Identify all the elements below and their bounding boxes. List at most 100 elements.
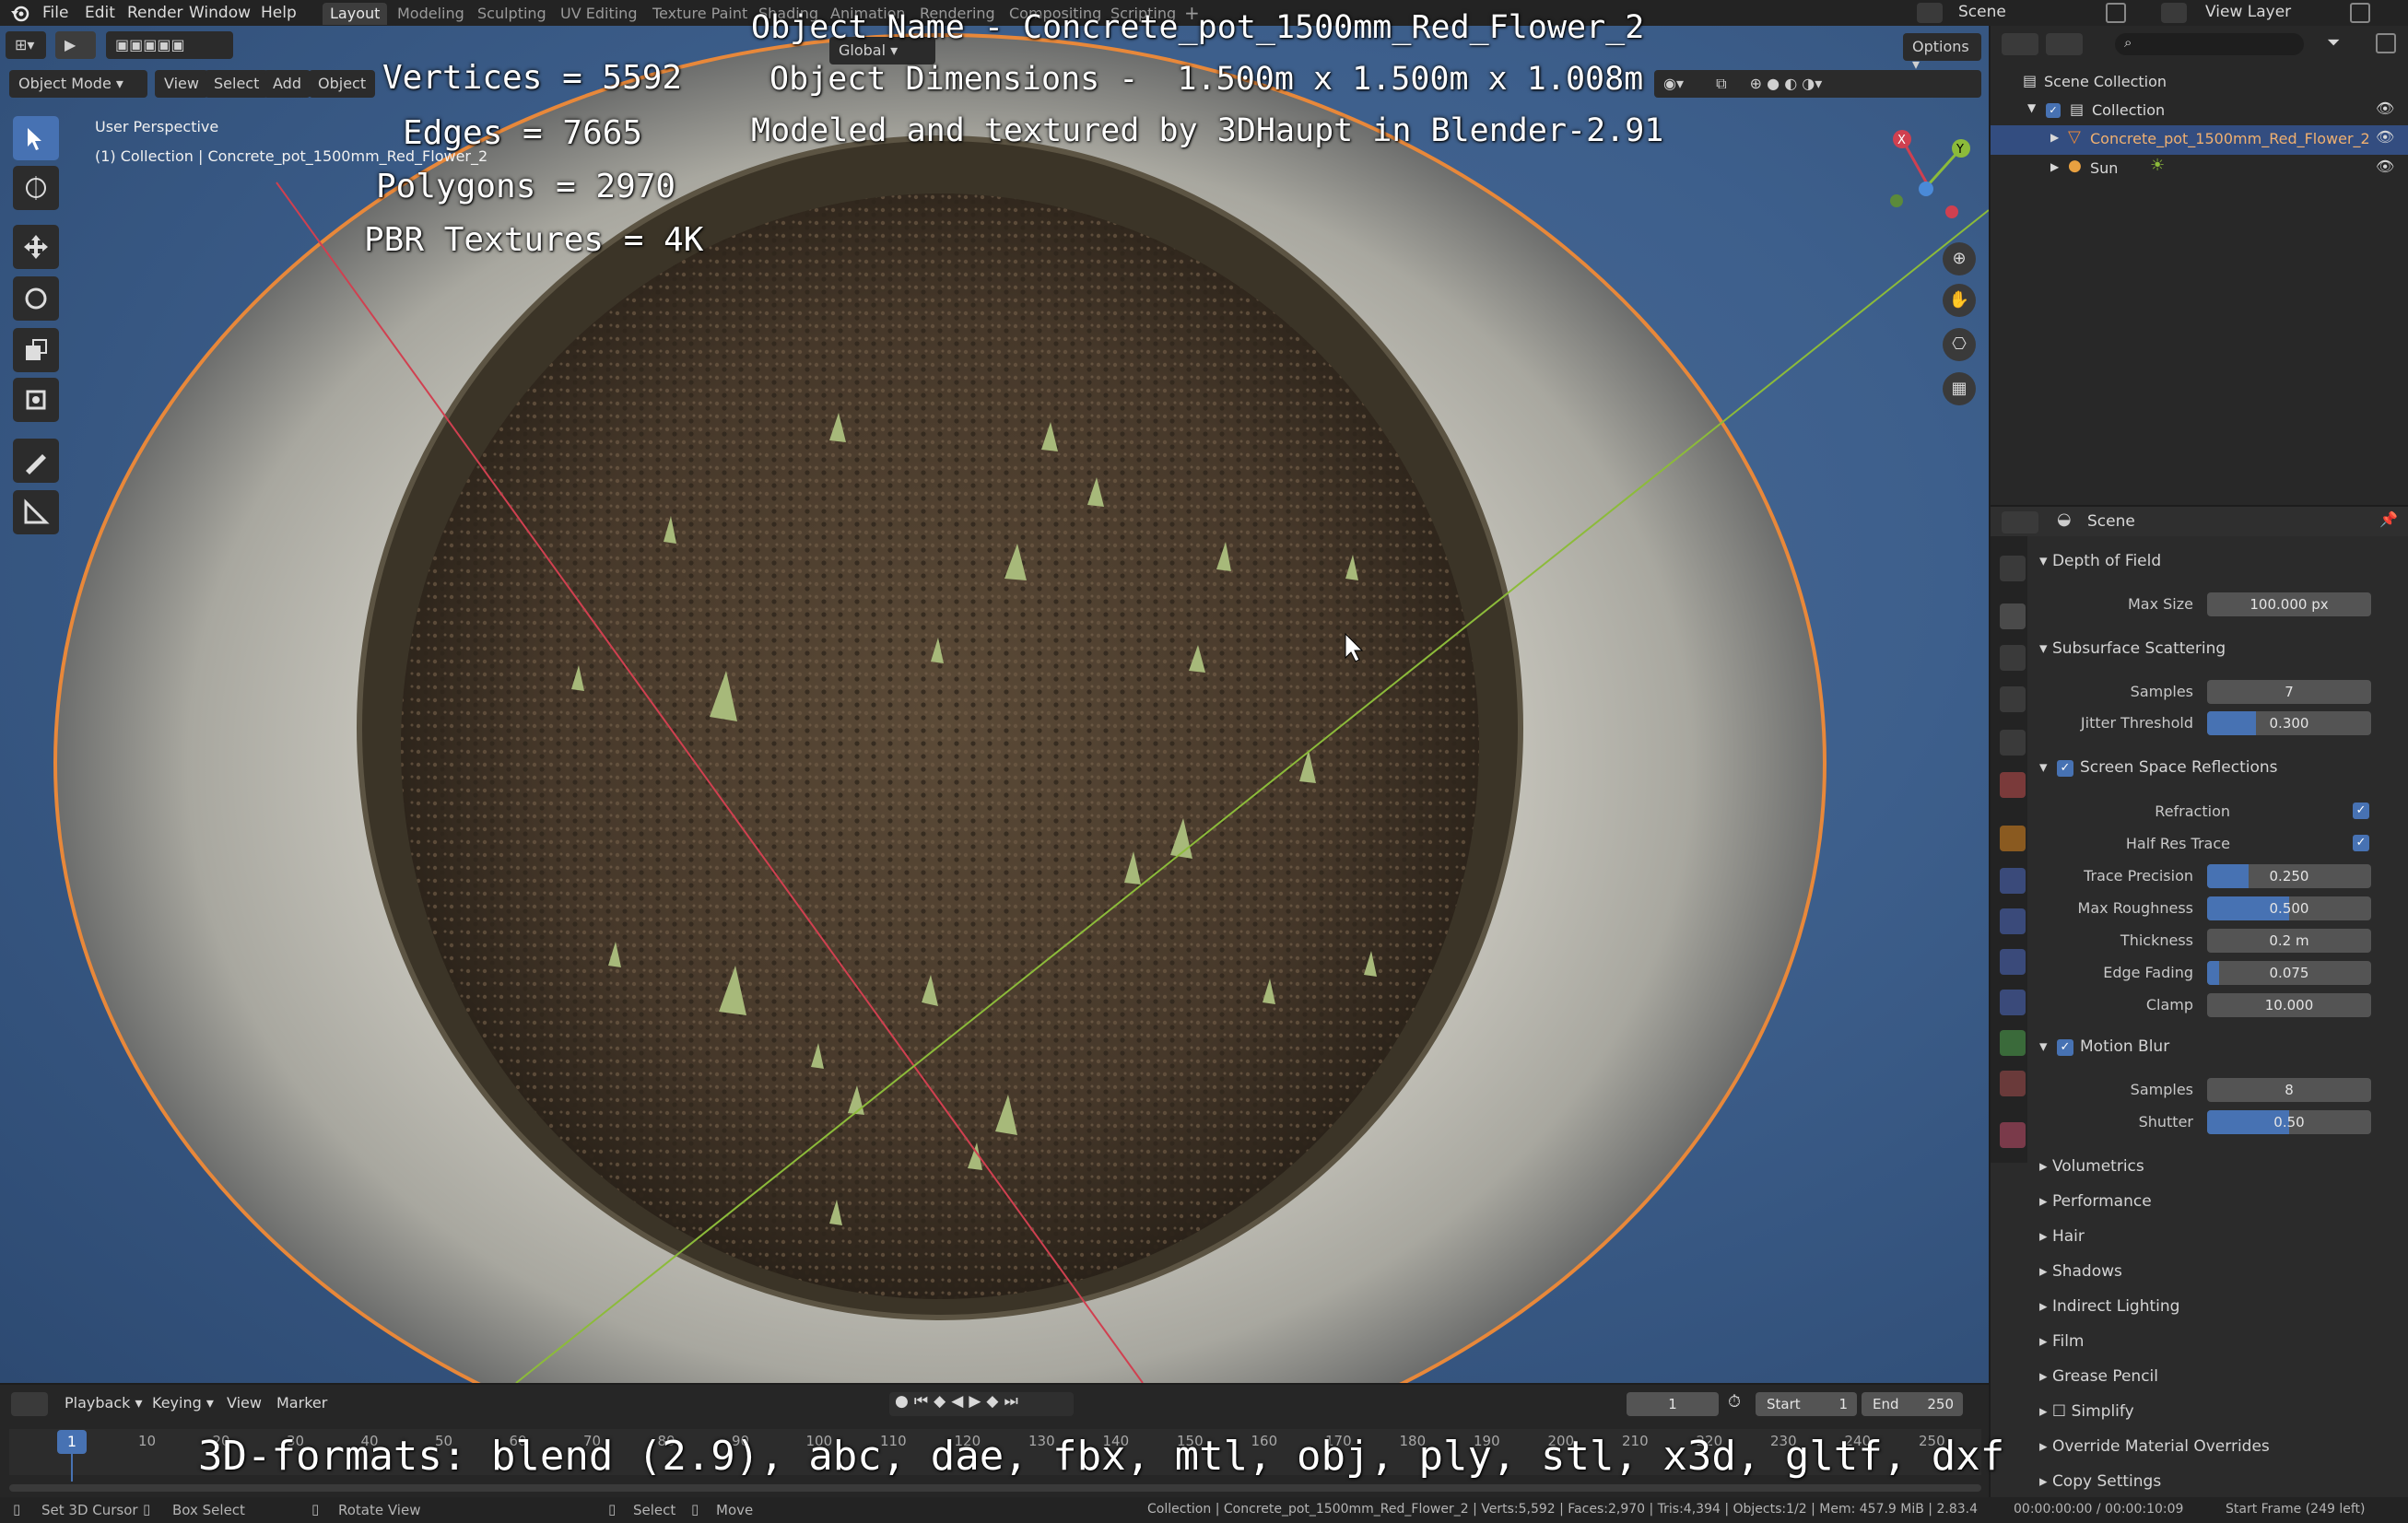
world-tab-icon[interactable] (2000, 772, 2026, 798)
collection-visibility-eye-icon[interactable]: 👁 (2376, 100, 2394, 117)
material-shading-icon[interactable]: ◐ (1784, 75, 1797, 92)
camera-view-icon[interactable]: ⎔ (1943, 328, 1976, 361)
selection-mode-buttons[interactable]: ▣▣▣▣▣ (106, 31, 233, 59)
trace-precision-slider[interactable]: 0.250 (2207, 864, 2371, 888)
pin-icon[interactable]: 📌 (2379, 510, 2398, 528)
transform-tool[interactable] (13, 378, 59, 422)
max-roughness-slider[interactable]: 0.500 (2207, 896, 2371, 920)
copy-settings-panel-header[interactable]: ▸ Copy Settings (2039, 1472, 2161, 1491)
outliner-item-pot[interactable]: Concrete_pot_1500mm_Red_Flower_2 (2090, 130, 2370, 147)
record-icon[interactable]: ● (895, 1392, 914, 1411)
annotate-tool[interactable] (13, 439, 59, 483)
outliner-editor-type-icon[interactable] (2002, 33, 2038, 55)
move-tool[interactable] (13, 225, 59, 269)
sun-visibility-eye-icon[interactable]: 👁 (2376, 158, 2394, 175)
subsurface-panel-header[interactable]: ▾ Subsurface Scattering (2039, 639, 2226, 658)
new-collection-icon[interactable] (2376, 33, 2396, 53)
volumetrics-panel-header[interactable]: ▸ Volumetrics (2039, 1157, 2144, 1176)
view-layer-icon[interactable] (2161, 3, 2187, 23)
scene-name[interactable]: Scene (1958, 3, 2006, 21)
particles-tab-icon[interactable] (2000, 908, 2026, 934)
data-tab-icon[interactable] (2000, 1030, 2026, 1056)
refraction-checkbox[interactable]: ✓ (2353, 803, 2369, 819)
pan-hand-icon[interactable]: ✋ (1943, 284, 1976, 317)
motion-blur-checkbox[interactable]: ✓ (2057, 1039, 2073, 1056)
ssr-enable-checkbox[interactable]: ✓ (2057, 760, 2073, 777)
expand-chevron-icon[interactable]: ▶ (2050, 131, 2059, 144)
pot-visibility-eye-icon[interactable]: 👁 (2376, 128, 2394, 146)
menu-playback[interactable]: Playback ▾ (65, 1394, 143, 1412)
tab-modeling[interactable]: Modeling (390, 3, 472, 25)
filter-icon[interactable]: ⏷ (2327, 33, 2340, 53)
output-tab-icon[interactable] (2000, 645, 2026, 671)
object-tab-icon[interactable] (2000, 826, 2026, 851)
simplify-panel-header[interactable]: ▸ ☐ Simplify (2039, 1402, 2134, 1421)
menu-help[interactable]: Help (261, 4, 297, 22)
display-mode-icon[interactable] (2046, 33, 2083, 55)
menu-file[interactable]: File (42, 4, 68, 22)
overlay-toggle-icon[interactable]: ◉▾ (1663, 75, 1684, 92)
menu-add[interactable]: Add (264, 70, 311, 98)
jump-end-icon[interactable]: ⏭ (1004, 1392, 1023, 1411)
measure-tool[interactable] (13, 490, 59, 534)
motion-blur-panel-header[interactable]: ▾ (2039, 1037, 2048, 1056)
scene-tab-icon[interactable] (2000, 730, 2026, 756)
start-frame-field[interactable]: Start 1 (1756, 1392, 1857, 1416)
zoom-icon[interactable]: ⊕ (1943, 242, 1976, 275)
wireframe-shading-icon[interactable]: ⊕ (1750, 75, 1762, 92)
modifier-tab-icon[interactable] (2000, 868, 2026, 894)
menu-window[interactable]: Window (189, 4, 251, 22)
play-reverse-icon[interactable]: ◀ (951, 1392, 969, 1411)
menu-marker[interactable]: Marker (276, 1394, 327, 1412)
blender-logo-icon[interactable] (9, 4, 29, 22)
performance-panel-header[interactable]: ▸ Performance (2039, 1192, 2152, 1211)
render-tab-icon[interactable] (2000, 603, 2026, 629)
depth-of-field-panel-header[interactable]: ▾ Depth of Field (2039, 552, 2161, 570)
dof-max-size-field[interactable]: 100.000 px (2207, 592, 2371, 616)
tab-layout[interactable]: Layout (323, 3, 388, 25)
3d-viewport[interactable] (0, 26, 1989, 1383)
scene-selector-icon[interactable] (1917, 3, 1943, 23)
menu-select[interactable]: Select (205, 70, 269, 98)
mb-shutter-slider[interactable]: 0.50 (2207, 1110, 2371, 1134)
scene-collection-label[interactable]: Scene Collection (2044, 73, 2167, 90)
view-layer-name[interactable]: View Layer (2205, 3, 2291, 21)
prev-key-icon[interactable]: ◆ (934, 1392, 951, 1411)
clamp-field[interactable]: 10.000 (2207, 993, 2371, 1017)
menu-timeline-view[interactable]: View (227, 1394, 262, 1412)
view-layer-tab-icon[interactable] (2000, 686, 2026, 712)
mb-samples-field[interactable]: 8 (2207, 1078, 2371, 1102)
outliner-search-input[interactable]: ⌕ (2115, 33, 2304, 55)
collection-label[interactable]: Collection (2092, 101, 2165, 119)
material-tab-icon[interactable] (2000, 1071, 2026, 1096)
rotate-tool[interactable] (13, 276, 59, 321)
editor-type-icon[interactable]: ⊞▾ (6, 31, 46, 59)
xray-toggle-icon[interactable]: ⧉ (1716, 75, 1726, 92)
physics-tab-icon[interactable] (2000, 949, 2026, 975)
current-frame-field[interactable]: 1 (1627, 1392, 1719, 1416)
expand-chevron-icon[interactable]: ▶ (2050, 160, 2059, 173)
material-overrides-panel-header[interactable]: ▸ Override Material Overrides (2039, 1437, 2270, 1456)
solid-shading-icon[interactable]: ● (1767, 75, 1780, 92)
select-box-tool[interactable] (13, 116, 59, 160)
edge-fading-slider[interactable]: 0.075 (2207, 961, 2371, 985)
film-panel-header[interactable]: ▸ Film (2039, 1332, 2085, 1351)
object-mode-dropdown[interactable]: Object Mode ▾ (9, 70, 147, 98)
scale-tool[interactable] (13, 328, 59, 372)
ortho-toggle-icon[interactable]: ▦ (1943, 372, 1976, 405)
shadows-panel-header[interactable]: ▸ Shadows (2039, 1262, 2122, 1281)
expand-chevron-icon[interactable]: ▼ (2027, 101, 2036, 114)
tab-sculpting[interactable]: Sculpting (470, 3, 554, 25)
properties-editor-type-icon[interactable] (2002, 511, 2038, 533)
timeline-scrollbar[interactable] (9, 1484, 1981, 1492)
auto-keying-icon[interactable]: ⏱ (1728, 1392, 1741, 1412)
texture-tab-icon[interactable] (2000, 1122, 2026, 1148)
select-tool-icon[interactable]: ▶ (55, 31, 96, 59)
constraints-tab-icon[interactable] (2000, 990, 2026, 1015)
new-scene-icon[interactable] (2106, 3, 2126, 23)
navigation-gizmo[interactable]: X Y (1880, 124, 1991, 230)
grease-pencil-panel-header[interactable]: ▸ Grease Pencil (2039, 1367, 2158, 1386)
play-icon[interactable]: ▶ (969, 1392, 986, 1411)
cursor-tool[interactable] (13, 166, 59, 210)
sss-samples-field[interactable]: 7 (2207, 680, 2371, 704)
